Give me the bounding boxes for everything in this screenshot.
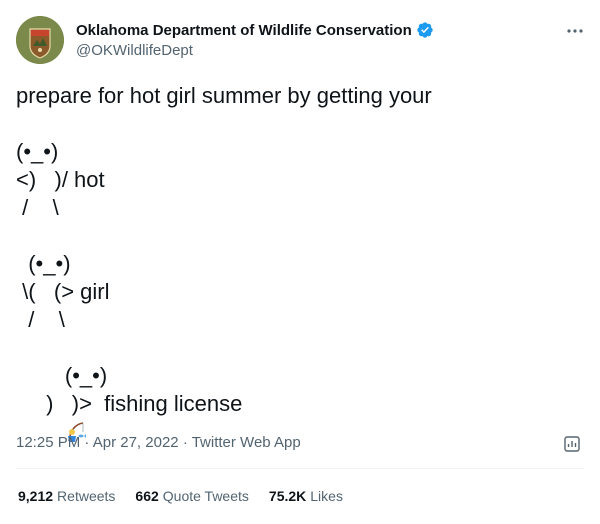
tweet-card: Oklahoma Department of Wildlife Conserva… (0, 0, 600, 524)
tweet-line: (•_•) (16, 251, 71, 276)
tweet-meta: 12:25 PM · Apr 27, 2022 · Twitter Web Ap… (16, 434, 301, 451)
tweet-line: (•_•) (16, 139, 59, 164)
author-display-name[interactable]: Oklahoma Department of Wildlife Conserva… (76, 22, 412, 39)
tweet-line: \( (> girl (16, 279, 110, 304)
quote-tweets-count: 662 (135, 488, 159, 504)
likes-label: Likes (310, 488, 343, 504)
tweet-line (16, 110, 576, 138)
avatar[interactable] (16, 16, 64, 64)
tweet-line-fishing: ) )> fishing license (16, 390, 576, 442)
tweet-line: / \ (16, 307, 65, 332)
divider (16, 468, 584, 469)
odwc-badge-logo-icon (16, 16, 64, 64)
person-fishing-emoji-icon (16, 393, 86, 442)
engagement-stats: 9,212 Retweets 662 Quote Tweets 75.2K Likes (18, 488, 343, 504)
verified-badge-icon (416, 21, 434, 39)
retweets-count: 9,212 (18, 488, 54, 504)
tweet-line: <) )/ hot (16, 167, 105, 192)
tweet-line: (•_•) (16, 363, 108, 388)
tweet-line: / \ (16, 195, 59, 220)
tweet-line (16, 334, 576, 362)
analytics-icon[interactable] (562, 434, 582, 454)
tweet-text: prepare for hot girl summer by getting y… (16, 82, 576, 442)
meta-separator: · (84, 434, 90, 451)
author-handle[interactable]: @OKWildlifeDept (76, 42, 193, 59)
more-options-icon[interactable] (564, 20, 586, 42)
tweet-line: prepare for hot girl summer by getting y… (16, 83, 432, 108)
tweet-time[interactable]: 12:25 PM (16, 434, 80, 451)
meta-separator: · (182, 434, 188, 451)
likes-stat[interactable]: 75.2K Likes (269, 488, 343, 504)
tweet-line: ) )> fishing license (40, 391, 243, 416)
quote-tweets-label: Quote Tweets (162, 488, 249, 504)
author-name-row: Oklahoma Department of Wildlife Conserva… (76, 21, 434, 39)
tweet-source-app[interactable]: Twitter Web App (192, 434, 301, 451)
likes-count: 75.2K (268, 488, 307, 504)
quote-tweets-stat[interactable]: 662 Quote Tweets (135, 488, 249, 504)
retweets-stat[interactable]: 9,212 Retweets (18, 488, 115, 504)
tweet-date[interactable]: Apr 27, 2022 (93, 434, 179, 451)
tweet-line (16, 222, 576, 250)
retweets-label: Retweets (57, 488, 116, 504)
